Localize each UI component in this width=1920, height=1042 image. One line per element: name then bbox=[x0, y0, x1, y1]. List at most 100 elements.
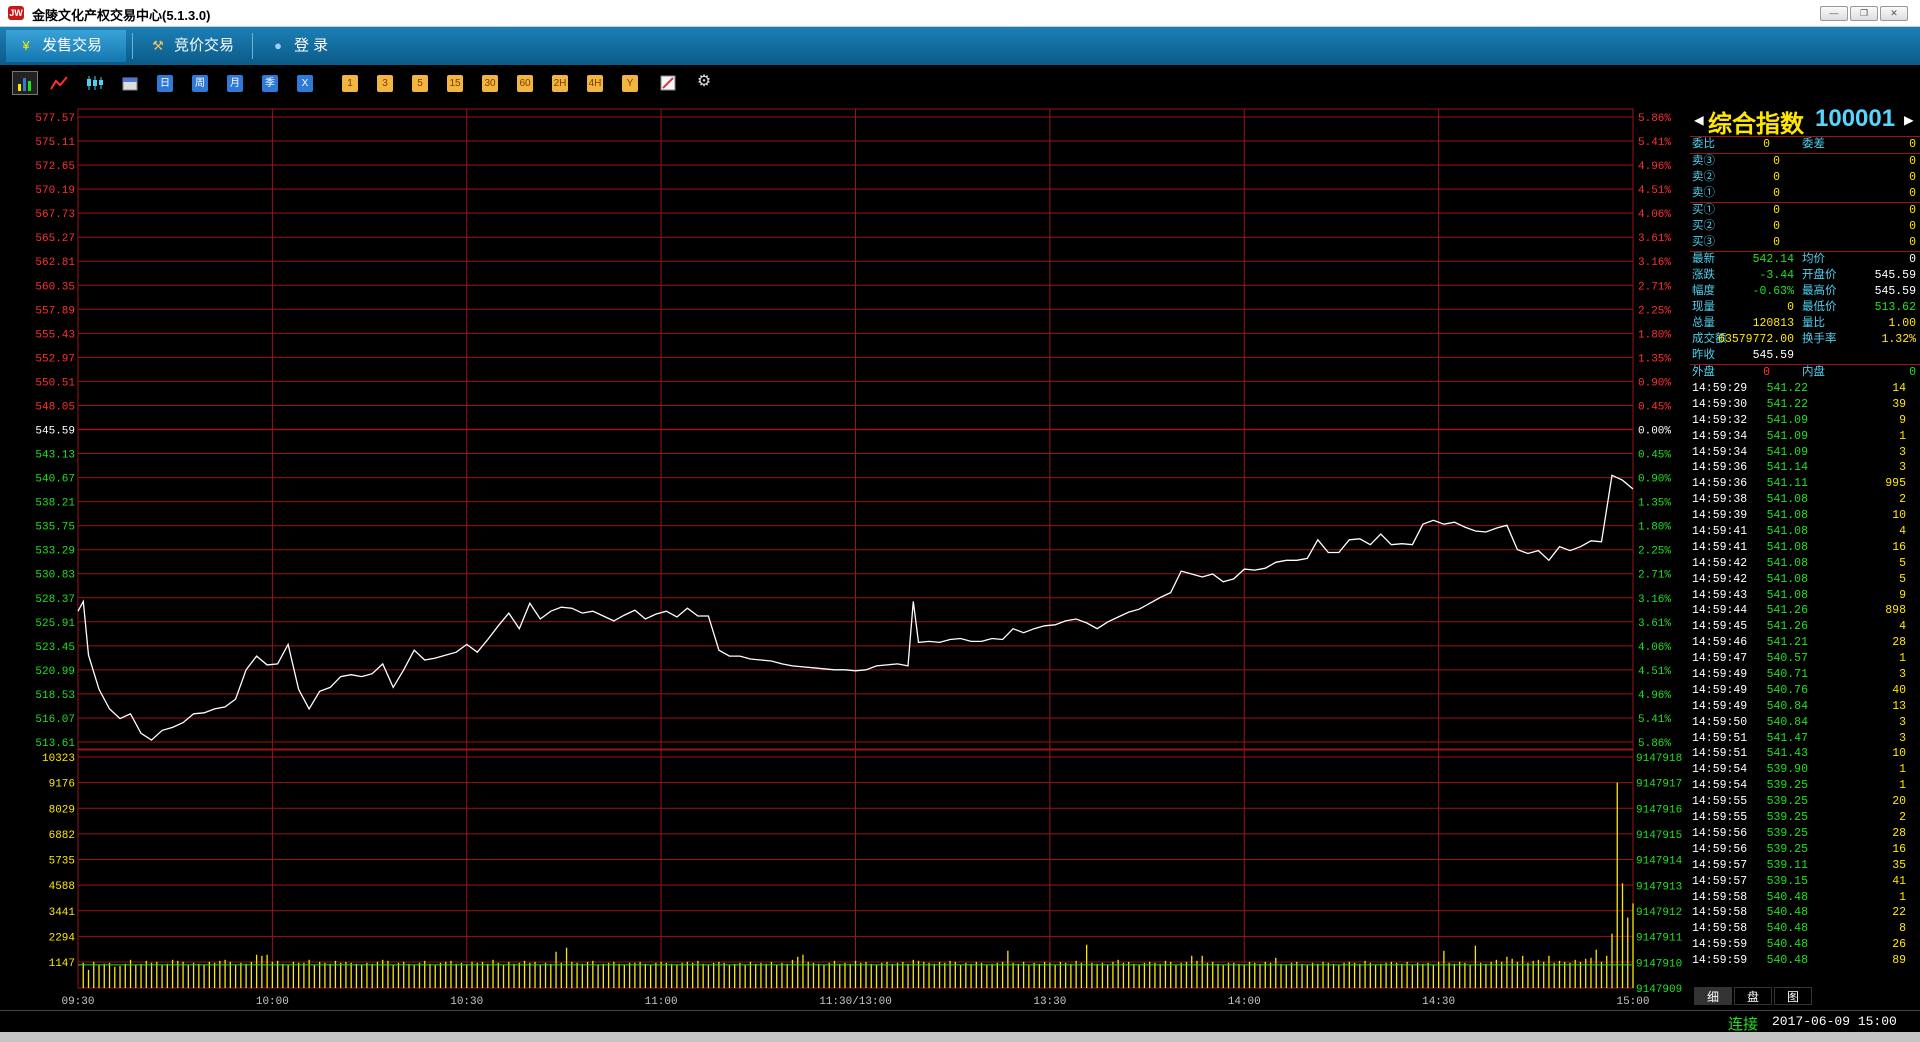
tick-time: 14:59:58 bbox=[1692, 906, 1748, 920]
tick-price: 540.84 bbox=[1766, 699, 1808, 713]
price-tick-label: 528.37 bbox=[35, 594, 75, 606]
tick-price: 541.08 bbox=[1766, 493, 1808, 507]
sell-level-row: 卖③ 0 0 bbox=[1690, 154, 1920, 170]
price-tick-label: 562.81 bbox=[35, 257, 75, 269]
time-axis-label: 13:30 bbox=[1033, 996, 1066, 1008]
right-volume-tick-label: 9147914 bbox=[1636, 856, 1683, 868]
line-chart-icon[interactable] bbox=[48, 74, 70, 91]
trade-tick-row: 14:59:42 541.08 5 bbox=[1690, 556, 1920, 572]
minute-30-button[interactable]: 30 bbox=[482, 75, 498, 92]
minute-5-button[interactable]: 5 bbox=[412, 75, 428, 92]
trade-tick-row: 14:59:42 541.08 5 bbox=[1690, 572, 1920, 588]
stat-value: 1.00 bbox=[1888, 317, 1916, 330]
sell-level-label: 卖① bbox=[1692, 187, 1715, 200]
tick-volume: 9 bbox=[1899, 413, 1906, 427]
tick-time: 14:59:29 bbox=[1692, 382, 1748, 395]
settings-gear-icon[interactable]: ⚙ bbox=[694, 73, 714, 90]
period-week-button[interactable]: 周 bbox=[192, 75, 208, 92]
tab-chart[interactable]: 图 bbox=[1774, 987, 1812, 1005]
time-axis-label: 14:30 bbox=[1422, 996, 1455, 1008]
stat-value: 513.62 bbox=[1874, 301, 1916, 314]
window-bottom-edge bbox=[0, 1032, 1920, 1042]
bar-chart-icon[interactable] bbox=[12, 71, 38, 95]
trade-tick-row: 14:59:36 541.11 995 bbox=[1690, 476, 1920, 492]
menu-sale-trading[interactable]: ¥ 发售交易 bbox=[6, 30, 126, 62]
minimize-button[interactable]: — bbox=[1820, 6, 1848, 21]
next-symbol-icon[interactable]: ▶ bbox=[1904, 110, 1914, 130]
maximize-button[interactable]: ❐ bbox=[1850, 6, 1878, 21]
stat-value: 545.59 bbox=[1874, 285, 1916, 298]
tick-price: 540.76 bbox=[1766, 683, 1808, 697]
tick-volume: 26 bbox=[1892, 938, 1906, 952]
hour-2-button[interactable]: 2H bbox=[552, 75, 568, 92]
tick-price: 541.09 bbox=[1766, 445, 1808, 459]
period-month-button[interactable]: 月 bbox=[227, 75, 243, 92]
price-tick-label: 538.21 bbox=[35, 498, 75, 510]
minute-3-button[interactable]: 3 bbox=[377, 75, 393, 92]
candlestick-icon[interactable] bbox=[84, 74, 106, 91]
chart-grid bbox=[77, 108, 1634, 989]
percent-tick-label: 5.41% bbox=[1638, 137, 1671, 149]
tick-time: 14:59:49 bbox=[1692, 683, 1748, 697]
minute-1-button[interactable]: 1 bbox=[342, 75, 358, 92]
tab-detail[interactable]: 细 bbox=[1694, 987, 1732, 1005]
period-day-button[interactable]: 日 bbox=[157, 75, 173, 92]
percent-tick-label: 4.51% bbox=[1638, 185, 1671, 197]
price-tick-label: 533.29 bbox=[35, 546, 75, 558]
minute-60-button[interactable]: 60 bbox=[517, 75, 533, 92]
tick-price: 539.25 bbox=[1766, 779, 1808, 793]
draw-tool-icon[interactable] bbox=[658, 74, 678, 91]
trade-tick-row: 14:59:43 541.08 9 bbox=[1690, 588, 1920, 604]
trade-tick-row: 14:59:55 539.25 2 bbox=[1690, 810, 1920, 826]
tick-price: 541.26 bbox=[1766, 620, 1808, 634]
tab-order-book[interactable]: 盘 bbox=[1734, 987, 1772, 1005]
status-bar: 连接 2017-06-09 15:00 bbox=[0, 1010, 1920, 1033]
sell-level-price: 0 bbox=[1773, 187, 1780, 200]
prev-symbol-icon[interactable]: ◀ bbox=[1694, 110, 1704, 130]
tick-volume: 3 bbox=[1899, 668, 1906, 682]
stat-label: 量比 bbox=[1802, 317, 1825, 330]
tick-time: 14:59:56 bbox=[1692, 842, 1748, 856]
user-icon: ● bbox=[274, 38, 282, 53]
weicha-label: 委差 bbox=[1802, 138, 1825, 151]
buy-level-volume: 0 bbox=[1909, 236, 1916, 249]
trade-ticks-list[interactable]: 14:59:29 541.22 14 14:59:30 541.22 39 14:59:32… bbox=[1690, 381, 1920, 969]
period-x-button[interactable]: X bbox=[297, 75, 313, 92]
calendar-icon[interactable] bbox=[120, 74, 140, 91]
tick-price: 541.08 bbox=[1766, 525, 1808, 539]
trade-tick-row: 14:59:54 539.25 1 bbox=[1690, 778, 1920, 794]
tick-time: 14:59:42 bbox=[1692, 572, 1748, 586]
price-tick-label: 545.59 bbox=[35, 426, 75, 438]
tick-volume: 20 bbox=[1892, 795, 1906, 809]
tick-time: 14:59:49 bbox=[1692, 668, 1748, 682]
stat-value: 542.14 bbox=[1752, 253, 1794, 266]
tick-price: 540.48 bbox=[1766, 906, 1808, 920]
trade-tick-row: 14:59:55 539.25 20 bbox=[1690, 794, 1920, 810]
tick-volume: 995 bbox=[1885, 477, 1906, 491]
tick-time: 14:59:55 bbox=[1692, 795, 1748, 809]
trade-tick-row: 14:59:29 541.22 14 bbox=[1690, 381, 1920, 397]
tick-time: 14:59:59 bbox=[1692, 954, 1748, 968]
percent-tick-label: 0.00% bbox=[1638, 426, 1671, 438]
tick-volume: 1 bbox=[1899, 890, 1906, 904]
trade-tick-row: 14:59:32 541.09 9 bbox=[1690, 413, 1920, 429]
menu-sale-trading-label: 发售交易 bbox=[42, 37, 103, 54]
buy-level-label: 买③ bbox=[1692, 236, 1715, 249]
hour-4-button[interactable]: 4H bbox=[587, 75, 603, 92]
menu-login[interactable]: ● 登 录 bbox=[258, 30, 358, 62]
close-button[interactable]: ✕ bbox=[1880, 6, 1908, 21]
tick-volume: 4 bbox=[1899, 620, 1906, 634]
trade-tick-row: 14:59:47 540.57 1 bbox=[1690, 651, 1920, 667]
menu-bid-trading[interactable]: ⚒ 竞价交易 bbox=[138, 30, 248, 62]
trade-tick-row: 14:59:49 540.71 3 bbox=[1690, 667, 1920, 683]
trade-tick-row: 14:59:41 541.08 16 bbox=[1690, 540, 1920, 556]
price-tick-label: 525.91 bbox=[35, 618, 75, 630]
time-axis-label: 10:00 bbox=[256, 996, 289, 1008]
period-quarter-button[interactable]: 季 bbox=[262, 75, 278, 92]
stat-row: 最新 542.14 均价 0 bbox=[1690, 252, 1920, 268]
tick-time: 14:59:55 bbox=[1692, 811, 1748, 825]
year-button[interactable]: Y bbox=[622, 75, 638, 92]
sell-level-price: 0 bbox=[1773, 155, 1780, 168]
percent-tick-label: 2.71% bbox=[1638, 281, 1671, 293]
minute-15-button[interactable]: 15 bbox=[447, 75, 463, 92]
